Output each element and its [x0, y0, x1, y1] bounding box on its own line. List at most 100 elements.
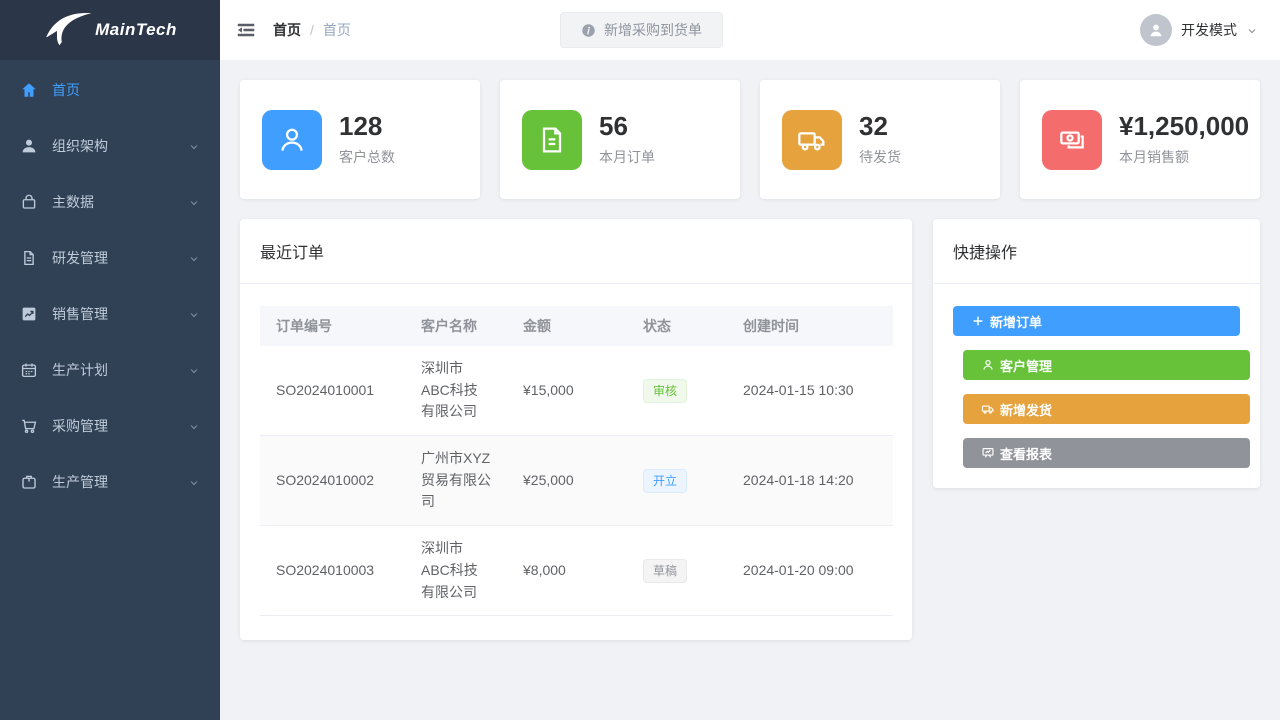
chevron-down-icon	[188, 420, 200, 432]
orders-table: 订单编号 客户名称 金额 状态 创建时间 SO2024010001 深圳市ABC…	[260, 306, 893, 616]
truck-icon	[981, 402, 995, 416]
stat-card-orders: 56 本月订单	[500, 80, 740, 199]
created-cell: 2024-01-15 10:30	[727, 346, 893, 436]
quick-actions-title: 快捷操作	[933, 219, 1260, 284]
sidebar-item-label: 销售管理	[52, 304, 188, 324]
breadcrumb-home[interactable]: 首页	[273, 20, 301, 40]
sidebar-item-label: 主数据	[52, 192, 188, 212]
table-row[interactable]: SO2024010002 广州市XYZ贸易有限公司 ¥25,000 开立 202…	[260, 436, 893, 526]
stat-card-monthly-sales: ¥1,250,000 本月销售额	[1020, 80, 1260, 199]
sidebar-item-label: 生产计划	[52, 360, 188, 380]
customer-cell: 广州市XYZ贸易有限公司	[405, 436, 507, 526]
stat-label: 客户总数	[339, 147, 395, 167]
order-no-cell: SO2024010002	[260, 436, 405, 526]
sidebar-fold-icon[interactable]	[235, 19, 257, 41]
user-icon	[262, 110, 322, 170]
quick-actions-card: 快捷操作 新增订单 客户管理 新增发货	[933, 219, 1260, 488]
customer-cell: 深圳市ABC科技有限公司	[405, 346, 507, 436]
document-icon	[522, 110, 582, 170]
table-header-row: 订单编号 客户名称 金额 状态 创建时间	[260, 306, 893, 346]
sidebar-item-rd-management[interactable]: 研发管理	[0, 230, 220, 286]
stat-card-customers: 128 客户总数	[240, 80, 480, 199]
breadcrumb-separator: /	[310, 22, 314, 38]
sidebar-item-production-plan[interactable]: 生产计划	[0, 342, 220, 398]
sidebar-item-sales-management[interactable]: 销售管理	[0, 286, 220, 342]
user-mode-label: 开发模式	[1181, 20, 1237, 40]
breadcrumb: 首页 / 首页	[273, 20, 351, 40]
customer-management-label: 客户管理	[1000, 356, 1052, 375]
customer-cell: 深圳市ABC科技有限公司	[405, 526, 507, 616]
home-icon	[20, 81, 38, 99]
amount-cell: ¥15,000	[507, 346, 627, 436]
new-purchase-receipt-button[interactable]: 新增采购到货单	[560, 12, 723, 48]
stat-label: 本月销售额	[1119, 147, 1249, 167]
document-icon	[20, 249, 38, 267]
calendar-icon	[20, 361, 38, 379]
amount-cell: ¥25,000	[507, 436, 627, 526]
sidebar-item-label: 采购管理	[52, 416, 188, 436]
logo: MainTech	[0, 0, 220, 60]
sidebar-item-label: 生产管理	[52, 472, 188, 492]
chevron-down-icon	[188, 140, 200, 152]
sidebar: MainTech 首页 组织架构 主数据	[0, 0, 220, 720]
column-order-no: 订单编号	[260, 306, 405, 346]
sidebar-item-label: 研发管理	[52, 248, 188, 268]
recent-orders-title: 最近订单	[240, 219, 912, 284]
main-area: 首页 / 首页 新增采购到货单 开发模式 12	[220, 0, 1280, 720]
sidebar-item-label: 首页	[52, 80, 200, 100]
stats-row: 128 客户总数 56 本月订单 32 待发货	[240, 80, 1260, 199]
sidebar-menu: 首页 组织架构 主数据 研发管理	[0, 60, 220, 510]
table-row[interactable]: SO2024010003 深圳市ABC科技有限公司 ¥8,000 草稿 2024…	[260, 526, 893, 616]
stat-value: 56	[599, 112, 655, 142]
user-menu[interactable]: 开发模式	[1140, 14, 1258, 46]
page-content: 128 客户总数 56 本月订单 32 待发货	[220, 60, 1280, 720]
user-icon	[981, 358, 995, 372]
handbag-icon	[20, 193, 38, 211]
status-badge: 草稿	[643, 559, 687, 583]
sidebar-item-master-data[interactable]: 主数据	[0, 174, 220, 230]
stat-value: ¥1,250,000	[1119, 112, 1249, 142]
stat-value: 128	[339, 112, 395, 142]
amount-cell: ¥8,000	[507, 526, 627, 616]
money-icon	[1042, 110, 1102, 170]
order-no-cell: SO2024010001	[260, 346, 405, 436]
stat-label: 本月订单	[599, 147, 655, 167]
breadcrumb-current: 首页	[323, 20, 351, 40]
stat-card-pending-shipments: 32 待发货	[760, 80, 1000, 199]
panels-row: 最近订单 订单编号 客户名称 金额 状态 创建时间	[240, 219, 1260, 640]
toolbox-icon	[20, 473, 38, 491]
logo-text: MainTech	[95, 20, 177, 40]
stat-value: 32	[859, 112, 901, 142]
sidebar-item-home[interactable]: 首页	[0, 62, 220, 118]
sidebar-item-label: 组织架构	[52, 136, 188, 156]
new-order-button[interactable]: 新增订单	[953, 306, 1240, 336]
chevron-down-icon	[188, 476, 200, 488]
view-reports-button[interactable]: 查看报表	[963, 438, 1250, 468]
stat-label: 待发货	[859, 147, 901, 167]
chevron-down-icon	[188, 196, 200, 208]
column-customer: 客户名称	[405, 306, 507, 346]
view-reports-label: 查看报表	[1000, 444, 1052, 463]
topbar: 首页 / 首页 新增采购到货单 开发模式	[220, 0, 1280, 60]
customer-management-button[interactable]: 客户管理	[963, 350, 1250, 380]
sidebar-item-organization[interactable]: 组织架构	[0, 118, 220, 174]
sidebar-item-production-management[interactable]: 生产管理	[0, 454, 220, 510]
sidebar-item-purchase-management[interactable]: 采购管理	[0, 398, 220, 454]
chevron-down-icon	[1246, 24, 1258, 36]
report-board-icon	[981, 446, 995, 460]
new-shipment-label: 新增发货	[1000, 400, 1052, 419]
new-order-label: 新增订单	[990, 312, 1042, 331]
plus-icon	[971, 314, 985, 328]
info-icon	[581, 23, 596, 38]
status-badge: 审核	[643, 379, 687, 403]
chevron-down-icon	[188, 308, 200, 320]
table-row[interactable]: SO2024010001 深圳市ABC科技有限公司 ¥15,000 审核 202…	[260, 346, 893, 436]
status-badge: 开立	[643, 469, 687, 493]
avatar	[1140, 14, 1172, 46]
chevron-down-icon	[188, 364, 200, 376]
new-shipment-button[interactable]: 新增发货	[963, 394, 1250, 424]
recent-orders-card: 最近订单 订单编号 客户名称 金额 状态 创建时间	[240, 219, 912, 640]
column-amount: 金额	[507, 306, 627, 346]
column-status: 状态	[627, 306, 727, 346]
chevron-down-icon	[188, 252, 200, 264]
